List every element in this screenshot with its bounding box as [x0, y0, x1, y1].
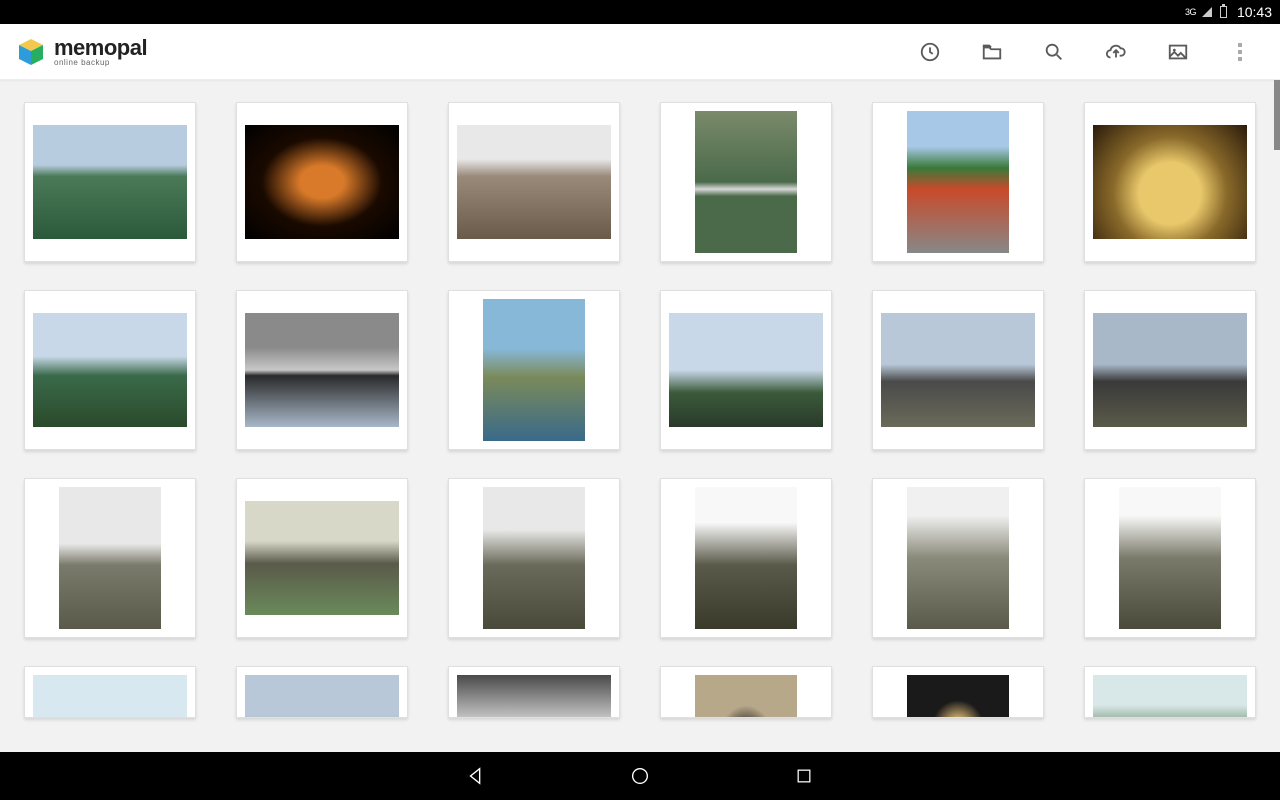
- photo-thumbnail[interactable]: [448, 102, 620, 262]
- photo-image: [457, 675, 611, 718]
- photo-image: [695, 111, 797, 253]
- photo-thumbnail[interactable]: [448, 478, 620, 638]
- photo-image: [1093, 125, 1247, 239]
- photo-image: [1093, 675, 1247, 718]
- photo-image: [33, 125, 187, 239]
- overflow-menu-icon[interactable]: [1216, 28, 1264, 76]
- photo-image: [1093, 313, 1247, 427]
- back-button[interactable]: [464, 764, 488, 788]
- photo-thumbnail[interactable]: [660, 478, 832, 638]
- brand-logo[interactable]: memopal online backup: [16, 37, 147, 67]
- photo-thumbnail[interactable]: [660, 102, 832, 262]
- photo-image: [907, 675, 1009, 718]
- photo-thumbnail[interactable]: [872, 666, 1044, 718]
- photo-thumbnail[interactable]: [872, 290, 1044, 450]
- photo-image: [245, 675, 399, 718]
- photo-thumbnail[interactable]: [872, 478, 1044, 638]
- photo-image: [907, 487, 1009, 629]
- photo-thumbnail[interactable]: [236, 290, 408, 450]
- photo-thumbnail[interactable]: [24, 666, 196, 718]
- photo-image: [245, 501, 399, 615]
- signal-icon: [1202, 7, 1212, 17]
- recent-icon[interactable]: [906, 28, 954, 76]
- battery-icon: [1220, 6, 1227, 18]
- photo-image: [1119, 487, 1221, 629]
- logo-cube-icon: [16, 37, 46, 67]
- photo-thumbnail[interactable]: [236, 666, 408, 718]
- search-icon[interactable]: [1030, 28, 1078, 76]
- clock: 10:43: [1237, 4, 1272, 20]
- recents-button[interactable]: [792, 764, 816, 788]
- photo-thumbnail[interactable]: [236, 102, 408, 262]
- scrollbar-thumb[interactable]: [1274, 80, 1280, 150]
- photo-image: [245, 313, 399, 427]
- photo-image: [907, 111, 1009, 253]
- photo-thumbnail[interactable]: [660, 666, 832, 718]
- photo-image: [59, 487, 161, 629]
- photo-thumbnail[interactable]: [660, 290, 832, 450]
- photo-thumbnail[interactable]: [24, 290, 196, 450]
- photo-thumbnail[interactable]: [448, 666, 620, 718]
- photo-image: [33, 313, 187, 427]
- network-indicator: 3G: [1185, 7, 1196, 17]
- brand-name: memopal: [54, 37, 147, 59]
- photo-image: [33, 675, 187, 718]
- photo-image: [695, 675, 797, 718]
- home-button[interactable]: [628, 764, 652, 788]
- photo-image: [457, 125, 611, 239]
- photo-image: [483, 487, 585, 629]
- photo-image: [695, 487, 797, 629]
- folder-icon[interactable]: [968, 28, 1016, 76]
- app-window: memopal online backup: [0, 24, 1280, 752]
- photo-thumbnail[interactable]: [448, 290, 620, 450]
- photo-thumbnail[interactable]: [1084, 290, 1256, 450]
- photo-thumbnail[interactable]: [1084, 478, 1256, 638]
- picture-icon[interactable]: [1154, 28, 1202, 76]
- android-status-bar: 3G 10:43: [0, 0, 1280, 24]
- photo-image: [669, 313, 823, 427]
- cloud-upload-icon[interactable]: [1092, 28, 1140, 76]
- photo-image: [483, 299, 585, 441]
- photo-thumbnail[interactable]: [236, 478, 408, 638]
- photo-image: [881, 313, 1035, 427]
- photo-thumbnail[interactable]: [24, 102, 196, 262]
- photo-thumbnail[interactable]: [24, 478, 196, 638]
- brand-tagline: online backup: [54, 59, 147, 67]
- photo-thumbnail[interactable]: [1084, 666, 1256, 718]
- photo-grid[interactable]: [0, 80, 1280, 752]
- photo-thumbnail[interactable]: [1084, 102, 1256, 262]
- android-nav-bar: [0, 752, 1280, 800]
- photo-image: [245, 125, 399, 239]
- photo-thumbnail[interactable]: [872, 102, 1044, 262]
- toolbar: memopal online backup: [0, 24, 1280, 80]
